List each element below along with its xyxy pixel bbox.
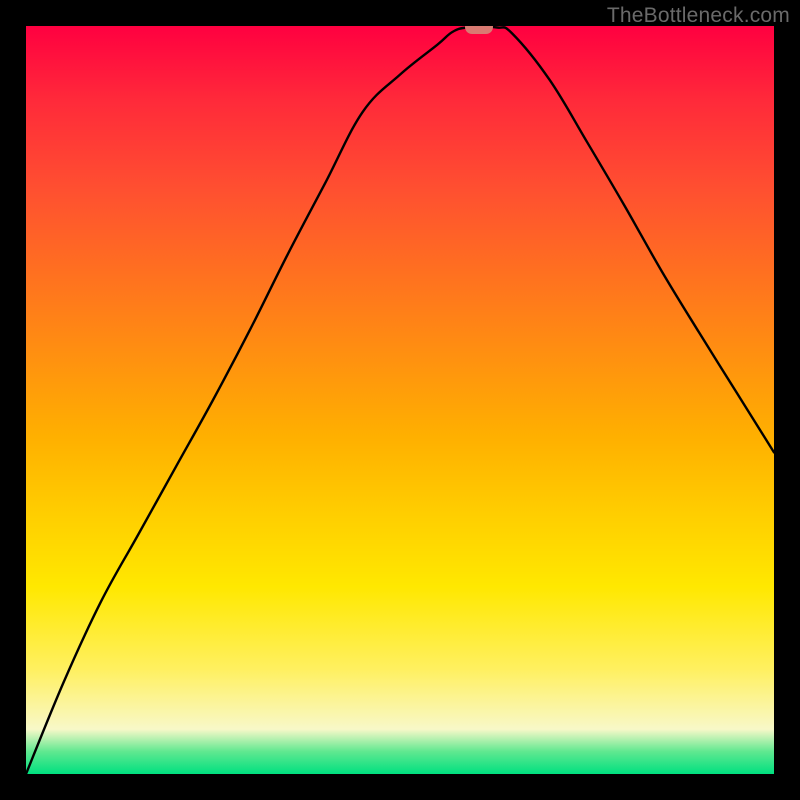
chart-frame: TheBottleneck.com bbox=[0, 0, 800, 800]
bottleneck-curve bbox=[26, 26, 774, 774]
chart-plot-area bbox=[26, 26, 774, 774]
optimum-marker bbox=[465, 26, 493, 34]
attribution-text: TheBottleneck.com bbox=[607, 4, 790, 28]
